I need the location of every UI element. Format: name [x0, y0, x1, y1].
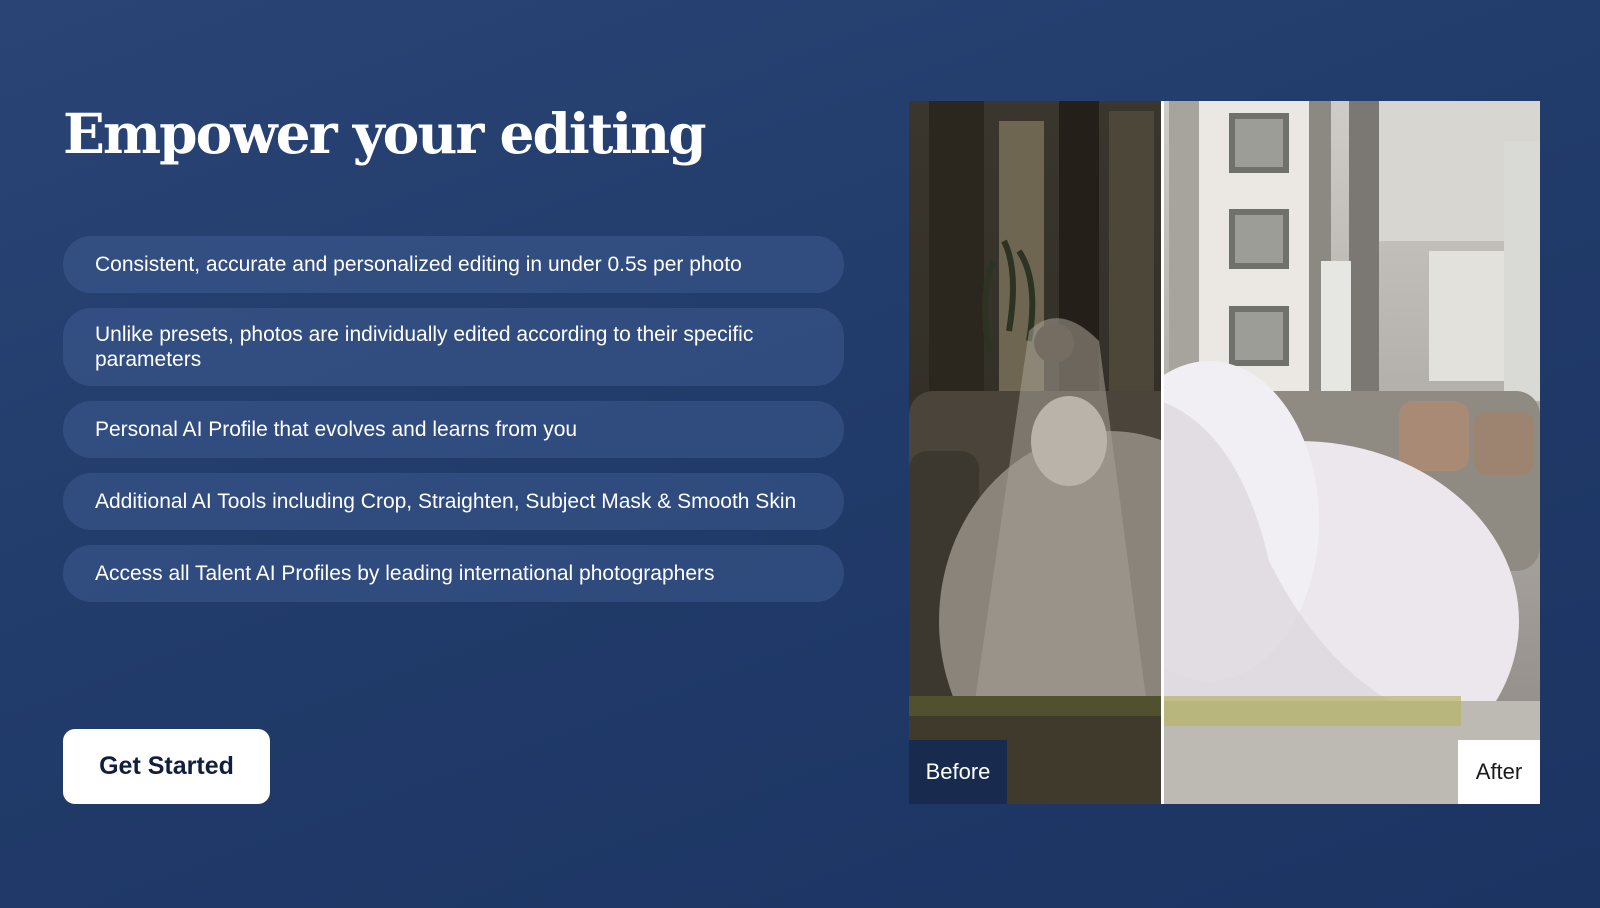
after-label: After [1458, 740, 1540, 804]
comparison-slider-handle[interactable] [1161, 101, 1164, 804]
feature-item-individual-editing: Unlike presets, photos are individually … [63, 308, 844, 386]
get-started-button[interactable]: Get Started [63, 729, 270, 804]
feature-item-speed: Consistent, accurate and personalized ed… [63, 236, 844, 293]
wedding-photo-illustration [909, 101, 1540, 804]
feature-item-ai-tools: Additional AI Tools including Crop, Stra… [63, 473, 844, 530]
before-after-comparison[interactable]: Before After [909, 101, 1540, 804]
feature-item-ai-profile: Personal AI Profile that evolves and lea… [63, 401, 844, 458]
before-label: Before [909, 740, 1007, 804]
feature-list: Consistent, accurate and personalized ed… [63, 236, 844, 602]
feature-item-talent-profiles: Access all Talent AI Profiles by leading… [63, 545, 844, 602]
page-headline: Empower your editing [63, 101, 707, 166]
